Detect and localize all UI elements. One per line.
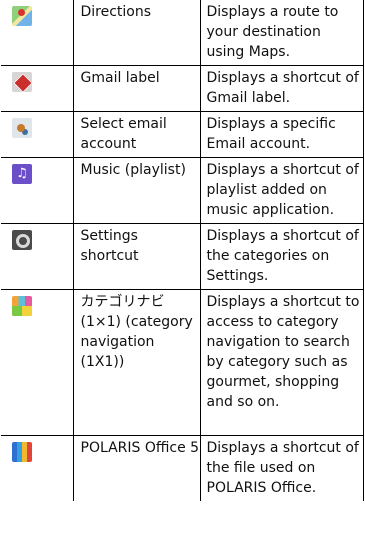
music-playlist-icon: ♫: [12, 164, 32, 184]
shortcut-name: Gmail label: [72, 65, 201, 112]
table-row: Directions Displays a route to your dest…: [1, 0, 364, 66]
polaris-office-icon: [12, 442, 32, 462]
shortcut-name: Select email account: [72, 111, 201, 158]
icon-cell: [1, 223, 74, 290]
settings-icon: [12, 230, 32, 250]
shortcut-name: Directions: [72, 0, 201, 66]
category-navigation-icon: [12, 296, 32, 316]
shortcut-description: Displays a route to your destination usi…: [199, 0, 364, 66]
table-row: Gmail label Displays a shortcut of Gmail…: [1, 65, 364, 112]
icon-cell: [1, 65, 74, 112]
table-row: Select email account Displays a specific…: [1, 111, 364, 158]
shortcut-description: Displays a shortcut of the file used on …: [199, 435, 364, 501]
shortcut-name: Settings shortcut: [72, 223, 201, 290]
icon-cell: [1, 289, 74, 436]
icon-cell: ♫: [1, 157, 74, 224]
table-row: Settings shortcut Displays a shortcut of…: [1, 223, 364, 290]
shortcut-name: カテゴリナビ (1×1) (category navigation (1X1)): [72, 289, 201, 436]
shortcut-description: Displays a specific Email account.: [199, 111, 364, 158]
gmail-label-icon: [12, 72, 32, 92]
table-row: ♫ Music (playlist) Displays a shortcut o…: [1, 157, 364, 224]
shortcut-description: Displays a shortcut of playlist added on…: [199, 157, 364, 224]
icon-cell: [1, 435, 74, 501]
table-row: POLARIS Office 5 Displays a shortcut of …: [1, 435, 364, 501]
shortcut-name: POLARIS Office 5: [72, 435, 201, 501]
icon-cell: [1, 0, 74, 66]
table-row: カテゴリナビ (1×1) (category navigation (1X1))…: [1, 289, 364, 436]
shortcut-description: Displays a shortcut of the categories on…: [199, 223, 364, 290]
email-account-icon: [12, 118, 32, 138]
shortcut-description: Displays a shortcut of Gmail label.: [199, 65, 364, 112]
maps-icon: [12, 6, 32, 26]
shortcut-description: Displays a shortcut to access to categor…: [199, 289, 364, 436]
icon-cell: [1, 111, 74, 158]
shortcut-table: Directions Displays a route to your dest…: [1, 0, 364, 501]
shortcut-name: Music (playlist): [72, 157, 201, 224]
